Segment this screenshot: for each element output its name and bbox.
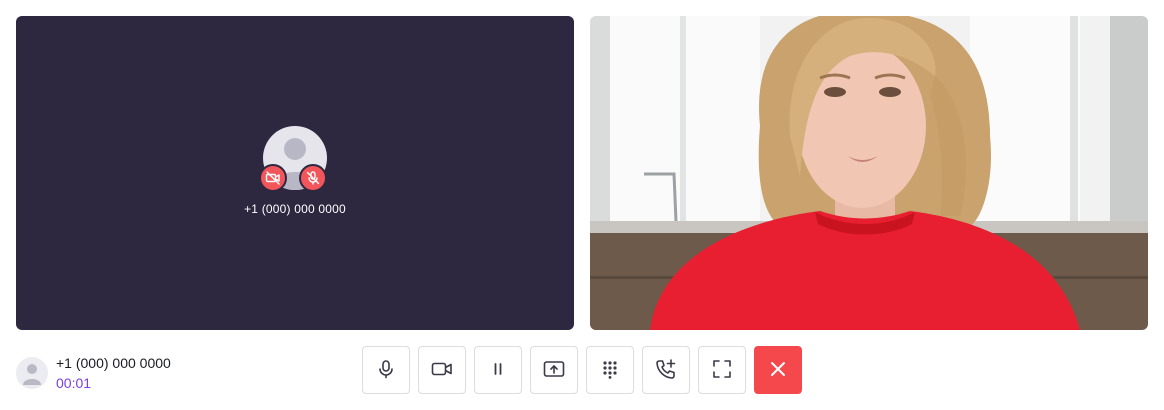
call-controls (362, 346, 802, 394)
camera-off-icon (259, 164, 287, 192)
video-camera-icon (431, 359, 453, 382)
remote-participant: +1 (000) 000 0000 (16, 126, 574, 216)
add-call-button[interactable] (642, 346, 690, 394)
dialpad-icon (600, 359, 620, 382)
hold-button[interactable] (474, 346, 522, 394)
mic-muted-icon (299, 164, 327, 192)
self-video-tile (590, 16, 1148, 330)
microphone-button[interactable] (362, 346, 410, 394)
add-call-icon (655, 358, 677, 383)
dialpad-button[interactable] (586, 346, 634, 394)
caller-number: +1 (000) 000 0000 (56, 355, 171, 371)
close-icon (768, 359, 788, 382)
screen-share-icon (543, 359, 565, 382)
remote-video-tile: +1 (000) 000 0000 (16, 16, 574, 330)
fullscreen-button[interactable] (698, 346, 746, 394)
share-screen-button[interactable] (530, 346, 578, 394)
caller-info: +1 (000) 000 0000 00:01 (16, 354, 171, 392)
hang-up-button[interactable] (754, 346, 802, 394)
remote-number: +1 (000) 000 0000 (244, 202, 346, 216)
pause-icon (488, 359, 508, 382)
caller-avatar (16, 357, 48, 389)
call-timer: 00:01 (56, 375, 92, 391)
self-video-feed (590, 16, 1148, 330)
microphone-icon (376, 359, 396, 382)
fullscreen-icon (712, 359, 732, 382)
camera-button[interactable] (418, 346, 466, 394)
